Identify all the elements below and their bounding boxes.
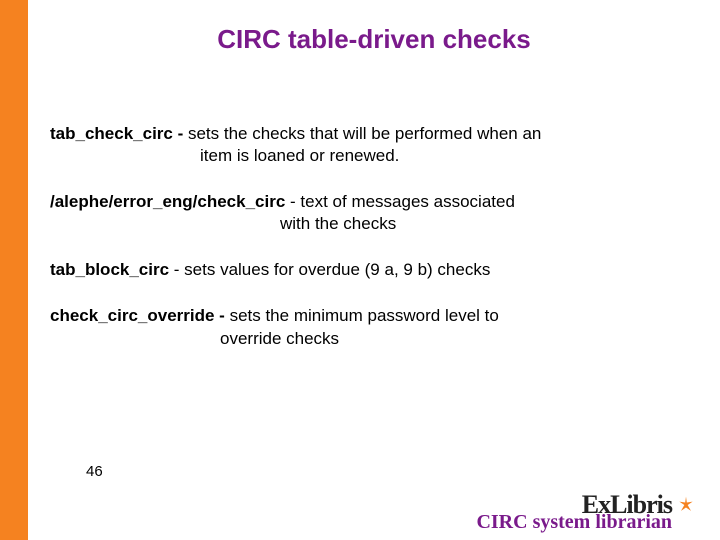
entry-cont: item is loaned or renewed.	[50, 145, 690, 167]
entry-tab-check-circ: tab_check_circ - sets the checks that wi…	[50, 123, 690, 167]
entry-cont: with the checks	[50, 213, 690, 235]
slide-title: CIRC table-driven checks	[28, 0, 720, 83]
entry-desc: sets the minimum password level to	[230, 306, 499, 325]
footer-text: CIRC system librarian	[476, 511, 672, 534]
entry-check-circ-override: check_circ_override - sets the minimum p…	[50, 305, 690, 349]
star-icon	[676, 495, 696, 515]
entry-error-eng-check-circ: /alephe/error_eng/check_circ - text of m…	[50, 191, 690, 235]
entry-label: tab_check_circ -	[50, 124, 188, 143]
entry-label: tab_block_circ	[50, 260, 174, 279]
entry-desc: - text of messages associated	[290, 192, 515, 211]
slide-body: tab_check_circ - sets the checks that wi…	[28, 83, 720, 350]
entry-label: /alephe/error_eng/check_circ	[50, 192, 290, 211]
entry-desc: - sets values for overdue (9 a, 9 b) che…	[174, 260, 491, 279]
entry-tab-block-circ: tab_block_circ - sets values for overdue…	[50, 259, 690, 281]
slide: CIRC table-driven checks tab_check_circ …	[0, 0, 720, 540]
entry-label: check_circ_override -	[50, 306, 230, 325]
page-number: 46	[86, 463, 103, 480]
entry-cont: override checks	[50, 328, 690, 350]
entry-desc: sets the checks that will be performed w…	[188, 124, 541, 143]
